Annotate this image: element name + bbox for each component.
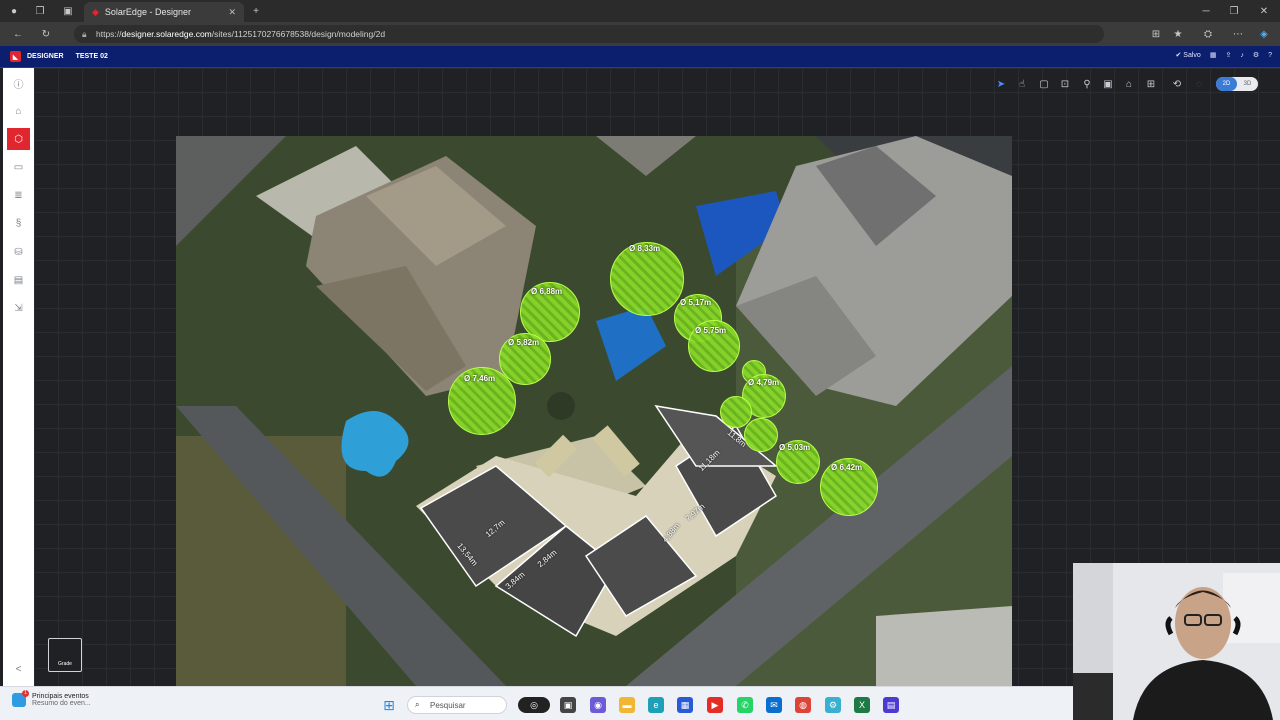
obstruction-icon[interactable]: ▣ xyxy=(1100,76,1116,92)
view-site-info-icon[interactable]: ⊞ xyxy=(1148,26,1164,42)
store-icon[interactable]: ▦ xyxy=(677,697,693,713)
search-icon: ⌕ xyxy=(415,700,420,709)
new-tab-icon[interactable]: + xyxy=(248,3,264,19)
tab-actions-icon[interactable]: ▣ xyxy=(60,3,76,19)
edge-icon[interactable]: e xyxy=(648,697,664,713)
rotate-icon[interactable]: ⟲ xyxy=(1169,76,1185,92)
view-mode-toggle[interactable]: 2D 3D xyxy=(1216,77,1258,91)
widget-icon: 1 xyxy=(12,690,29,707)
brand-name: DESIGNER xyxy=(27,53,64,60)
more-icon[interactable]: ⋯ xyxy=(1230,26,1246,42)
left-sidebar: ⓘ ⌂ ⬡ ▭ ≣ § ⛁ ▤ ⇲ < xyxy=(3,68,34,686)
tab-title: SolarEdge - Designer xyxy=(104,7,191,17)
lock-icon: 🔒︎ xyxy=(82,28,87,39)
map-imagery xyxy=(176,136,1012,686)
address-bar[interactable]: 🔒︎ https://designer.solaredge.com/sites/… xyxy=(74,25,1104,43)
back-icon[interactable]: ← xyxy=(10,26,26,42)
place-tree-icon[interactable]: ⚲ xyxy=(1079,76,1095,92)
extensions-icon[interactable]: ⛭ xyxy=(1200,26,1216,42)
view-2d-option[interactable]: 2D xyxy=(1216,77,1237,91)
chat-icon[interactable]: ◉ xyxy=(590,697,606,713)
tree-diameter-label: Ø 6,42m xyxy=(831,463,863,472)
notification-badge: 1 xyxy=(22,690,29,697)
project-icon[interactable]: ▤ xyxy=(883,697,899,713)
profile-icon[interactable]: ● xyxy=(6,3,22,19)
bell-icon[interactable]: ♪ xyxy=(1240,52,1244,59)
tree-diameter-label: Ø 5,82m xyxy=(508,338,540,347)
tree-diameter-label: Ø 4,79m xyxy=(748,378,780,387)
sidebar-storage-icon[interactable]: ⛁ xyxy=(7,241,30,263)
sidebar-panel-icon[interactable]: ▭ xyxy=(7,156,30,178)
view-3d-option[interactable]: 3D xyxy=(1237,77,1258,91)
sidebar-share-icon[interactable]: < xyxy=(7,658,30,680)
tree-diameter-label: Ø 8,33m xyxy=(629,244,661,253)
favorites-icon[interactable]: ★ xyxy=(1170,26,1186,42)
collections-icon[interactable]: ❐ xyxy=(32,3,48,19)
sidebar-strings-icon[interactable]: § xyxy=(7,212,30,234)
copilot-icon[interactable]: ◈ xyxy=(1256,26,1272,42)
tree-marker[interactable] xyxy=(610,242,684,316)
sidebar-info-icon[interactable]: ⓘ xyxy=(7,72,30,94)
webcam-person-image xyxy=(1073,563,1280,720)
whatsapp-icon[interactable]: ✆ xyxy=(737,697,753,713)
widget-subtitle: Resumo do even... xyxy=(32,700,91,707)
grid-icon[interactable]: ⊞ xyxy=(1143,76,1159,92)
save-icon[interactable]: ▦ xyxy=(1210,51,1217,59)
browser-tab-active[interactable]: ◆ SolarEdge - Designer ✕ xyxy=(84,2,244,22)
sidebar-module-icon[interactable]: ⬡ xyxy=(7,128,30,150)
reload-icon[interactable]: ↻ xyxy=(38,26,54,42)
search-placeholder: Pesquisar xyxy=(430,700,466,710)
draw-roof-icon[interactable]: ▢ xyxy=(1036,76,1052,92)
url-prefix: https:// xyxy=(96,29,122,39)
sidebar-export-icon[interactable]: ⇲ xyxy=(7,297,30,319)
app-icon[interactable]: ⚙ xyxy=(825,697,841,713)
satellite-map[interactable]: Ø 8,33m Ø 6,88m Ø 5,17m Ø 5,75m Ø 5,82m … xyxy=(176,136,1012,686)
sidebar-layers-icon[interactable]: ≣ xyxy=(7,184,30,206)
brand: ◣ DESIGNER TESTE 02 xyxy=(10,51,108,62)
task-view-icon[interactable]: ▣ xyxy=(560,697,576,713)
webcam-overlay xyxy=(1073,563,1280,720)
app-header: ◣ DESIGNER TESTE 02 ✔ Salvo ▦ ⇪ ♪ ⚙ ? xyxy=(0,46,1280,68)
building-icon[interactable]: ⌂ xyxy=(1121,76,1137,92)
minimize-icon[interactable]: ─ xyxy=(1198,3,1214,19)
tree-marker[interactable] xyxy=(744,418,778,452)
pointer-icon[interactable]: ☝ xyxy=(1014,76,1030,92)
sidebar-home-icon[interactable]: ⌂ xyxy=(7,100,30,122)
disabled-tool-icon: ◌ xyxy=(1196,78,1202,90)
file-explorer-icon[interactable]: ▬ xyxy=(619,697,635,713)
close-window-icon[interactable]: ✕ xyxy=(1256,3,1272,19)
tree-diameter-label: Ø 5,03m xyxy=(779,443,811,452)
close-tab-icon[interactable]: ✕ xyxy=(228,7,236,18)
excel-icon[interactable]: X xyxy=(854,697,870,713)
start-icon[interactable]: ⊞ xyxy=(381,697,397,713)
grade-label: Grade xyxy=(58,661,72,667)
help-icon[interactable]: ? xyxy=(1268,52,1272,59)
grade-button[interactable]: Grade xyxy=(48,638,82,672)
project-name[interactable]: TESTE 02 xyxy=(76,53,108,60)
youtube-icon[interactable]: ▶ xyxy=(707,697,723,713)
news-widget[interactable]: 1 Principais eventos Resumo do even... xyxy=(12,690,91,707)
settings-icon[interactable]: ⚙ xyxy=(1253,51,1259,59)
chrome-icon[interactable]: ◍ xyxy=(795,697,811,713)
restore-icon[interactable]: ❐ xyxy=(1226,3,1242,19)
share-icon[interactable]: ⇪ xyxy=(1225,51,1231,59)
solaredge-logo-icon: ◣ xyxy=(10,51,21,62)
tree-diameter-label: Ø 5,17m xyxy=(680,298,712,307)
saved-status: ✔ Salvo xyxy=(1175,52,1201,59)
draw-shape-icon[interactable]: ⊡ xyxy=(1057,76,1073,92)
tree-diameter-label: Ø 5,75m xyxy=(695,326,727,335)
tree-diameter-label: Ø 7,46m xyxy=(464,374,496,383)
url-host: designer.solaredge.com xyxy=(121,29,212,39)
browser-tabbar: ● ❐ ▣ ◆ SolarEdge - Designer ✕ + ─ ❐ ✕ xyxy=(0,0,1280,22)
url-path: /sites/1125170276678538/design/modeling/… xyxy=(211,29,386,39)
widget-title: Principais eventos xyxy=(32,693,89,700)
favicon-icon: ◆ xyxy=(92,6,99,17)
sidebar-report-icon[interactable]: ▤ xyxy=(7,269,30,291)
tree-diameter-label: Ø 6,88m xyxy=(531,287,563,296)
taskbar-search[interactable]: ⌕ Pesquisar xyxy=(407,696,507,714)
header-actions: ✔ Salvo ▦ ⇪ ♪ ⚙ ? xyxy=(1175,51,1272,60)
copilot-taskbar-icon[interactable]: ◎ xyxy=(518,697,550,713)
select-cursor-icon[interactable]: ➤ xyxy=(993,76,1009,92)
outlook-icon[interactable]: ✉ xyxy=(766,697,782,713)
